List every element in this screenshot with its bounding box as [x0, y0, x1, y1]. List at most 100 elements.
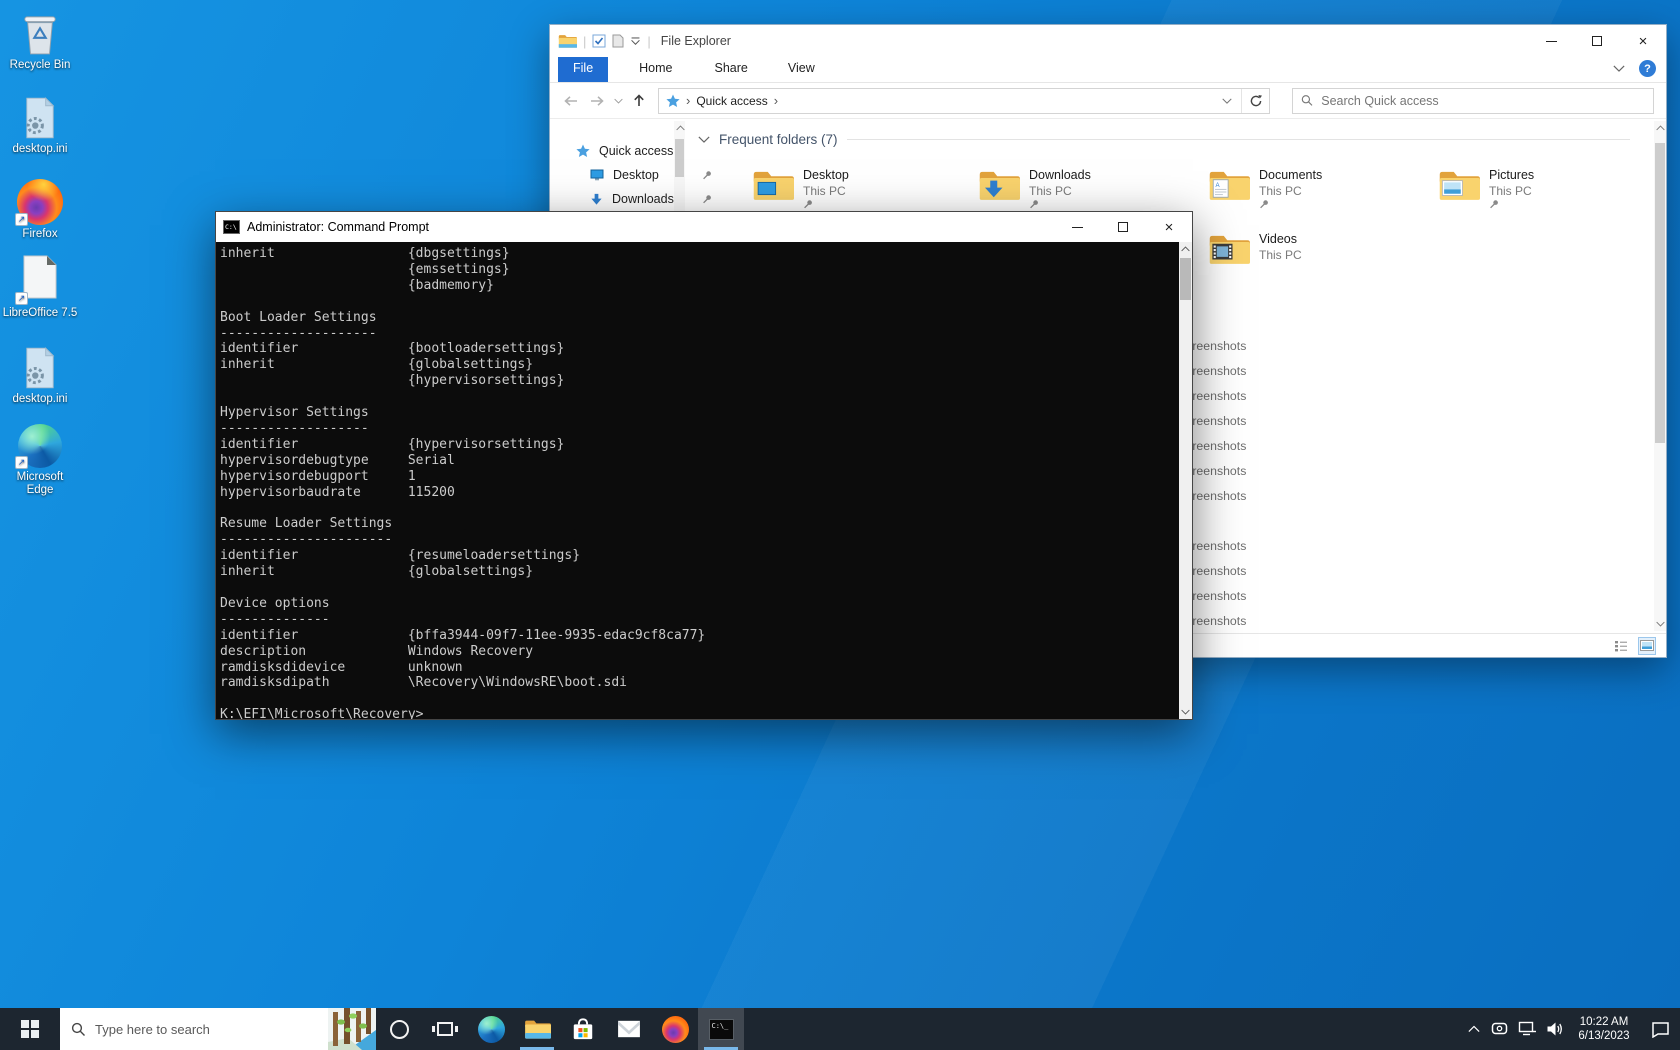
cmd-scrollbar[interactable] [1179, 242, 1192, 719]
nav-scrollbar[interactable] [674, 121, 685, 217]
folder-icon [978, 167, 1020, 203]
desktop-icon-label: LibreOffice 7.5 [2, 307, 78, 319]
scroll-up-icon[interactable] [1179, 242, 1192, 256]
desktop-icon-label: desktop.ini [12, 143, 68, 155]
task-view-icon [432, 1022, 458, 1036]
content-scrollbar[interactable] [1654, 121, 1666, 631]
folder-tile-pictures[interactable]: Pictures This PC [1438, 167, 1653, 219]
tab-share[interactable]: Share [700, 57, 763, 82]
pin-icon [1489, 199, 1499, 209]
news-widget[interactable] [328, 1008, 376, 1050]
explorer-search-input[interactable] [1321, 93, 1645, 108]
shortcut-arrow-icon: ↗ [15, 292, 28, 305]
forward-icon[interactable] [584, 88, 610, 114]
refresh-icon[interactable] [1241, 88, 1269, 113]
ini-file-icon [2, 342, 78, 390]
taskbar-file-explorer-button[interactable] [514, 1008, 560, 1050]
tab-view[interactable]: View [773, 57, 830, 82]
cmd-scrollbar-thumb[interactable] [1180, 258, 1191, 300]
scroll-down-icon[interactable] [1654, 617, 1666, 631]
folder-icon: A [1208, 167, 1250, 203]
nav-scrollbar-thumb[interactable] [675, 139, 684, 177]
speaker-icon[interactable] [1541, 1008, 1568, 1050]
window-title: File Explorer [660, 34, 731, 48]
close-button[interactable]: × [1146, 212, 1192, 242]
desktop-icon-firefox[interactable]: ↗ Firefox [2, 177, 78, 241]
taskbar-cmd-button[interactable]: C:\_ [698, 1008, 744, 1050]
pin-icon [702, 170, 712, 180]
taskbar-clock[interactable]: 10:22 AM 6/13/2023 [1568, 1015, 1640, 1043]
sidebar-item-desktop[interactable]: Desktop [590, 163, 686, 187]
meet-now-icon[interactable] [1487, 1008, 1514, 1050]
taskbar-cortana-button[interactable] [376, 1008, 422, 1050]
desktop-icon-desktop-ini-2[interactable]: desktop.ini [2, 342, 78, 406]
taskbar-firefox-button[interactable] [652, 1008, 698, 1050]
taskbar-mail-button[interactable] [606, 1008, 652, 1050]
explorer-titlebar[interactable]: | | File Explorer × [550, 25, 1666, 57]
monitor-icon [590, 169, 604, 181]
start-button[interactable] [0, 1008, 60, 1050]
clock-date: 6/13/2023 [1578, 1030, 1630, 1042]
address-bar[interactable]: › Quick access › [658, 87, 1270, 114]
new-folder-icon[interactable] [612, 34, 624, 48]
ribbon-collapse-icon[interactable] [1613, 65, 1625, 72]
properties-icon[interactable] [592, 34, 606, 48]
scroll-up-icon[interactable] [1654, 121, 1666, 135]
tray-chevron-icon[interactable] [1460, 1008, 1487, 1050]
sidebar-item-quick-access[interactable]: Quick access [576, 139, 686, 163]
explorer-search-box[interactable] [1292, 87, 1654, 114]
taskbar-store-button[interactable] [560, 1008, 606, 1050]
taskbar-search-input[interactable] [95, 1021, 317, 1037]
cmd-titlebar[interactable]: C:\ Administrator: Command Prompt × [216, 212, 1192, 242]
frequent-folders-heading[interactable]: Frequent folders (7) [698, 132, 1630, 147]
help-icon[interactable]: ? [1639, 60, 1656, 77]
desktop-icon-recycle-bin[interactable]: Recycle Bin [2, 8, 78, 72]
mail-icon [618, 1020, 640, 1038]
network-icon[interactable] [1514, 1008, 1541, 1050]
pin-icon [702, 194, 712, 204]
search-icon [1301, 94, 1313, 107]
breadcrumb-location[interactable]: Quick access [696, 94, 767, 108]
scroll-down-icon[interactable] [1179, 705, 1192, 719]
search-icon [71, 1022, 86, 1037]
file-explorer-icon [524, 1018, 551, 1039]
desktop-icon-desktop-ini-1[interactable]: desktop.ini [2, 92, 78, 156]
desktop-icon-label: Microsoft Edge [16, 471, 64, 496]
address-dropdown-icon[interactable] [1213, 89, 1241, 113]
action-center-icon[interactable] [1640, 1008, 1680, 1050]
minimize-button[interactable] [1528, 25, 1574, 57]
maximize-button[interactable] [1100, 212, 1146, 242]
recycle-bin-icon [2, 8, 78, 56]
command-prompt-window: C:\ Administrator: Command Prompt × inhe… [215, 211, 1193, 720]
customize-quick-access-toolbar-icon[interactable] [630, 36, 641, 46]
minimize-button[interactable] [1054, 212, 1100, 242]
details-view-icon[interactable] [1612, 637, 1630, 655]
collapse-section-icon[interactable] [698, 136, 710, 143]
sidebar-item-downloads[interactable]: Downloads [590, 187, 686, 211]
taskbar-task-view-button[interactable] [422, 1008, 468, 1050]
desktop-icon-edge[interactable]: ↗ Microsoft Edge [2, 420, 78, 497]
back-icon[interactable] [558, 88, 584, 114]
close-button[interactable]: × [1620, 25, 1666, 57]
taskbar-search-box[interactable] [60, 1008, 328, 1050]
desktop-icon-libreoffice[interactable]: ↗ LibreOffice 7.5 [2, 255, 78, 320]
thumbnail-view-icon[interactable] [1638, 636, 1656, 655]
cmd-console[interactable]: inherit {dbgsettings} {emssettings} {bad… [216, 242, 1192, 719]
tab-home[interactable]: Home [624, 57, 687, 82]
qat-separator: | [647, 33, 651, 49]
taskbar-edge-button[interactable] [468, 1008, 514, 1050]
tab-file[interactable]: File [558, 57, 609, 82]
folder-icon [558, 33, 577, 48]
windows-logo-icon [21, 1020, 39, 1038]
folder-tile-documents[interactable]: A Documents This PC [1208, 167, 1423, 219]
maximize-button[interactable] [1574, 25, 1620, 57]
folder-tile-videos[interactable]: Videos This PC [1208, 231, 1423, 283]
up-icon[interactable] [626, 88, 652, 114]
content-scrollbar-thumb[interactable] [1655, 143, 1665, 443]
scroll-up-icon[interactable] [674, 121, 686, 135]
taskbar: C:\_ 10:22 AM 6 [0, 1008, 1680, 1050]
desktop-icon-label: desktop.ini [12, 393, 68, 405]
recent-locations-icon[interactable] [610, 88, 626, 114]
edge-icon [477, 1015, 505, 1043]
heading-rule [846, 139, 1630, 140]
